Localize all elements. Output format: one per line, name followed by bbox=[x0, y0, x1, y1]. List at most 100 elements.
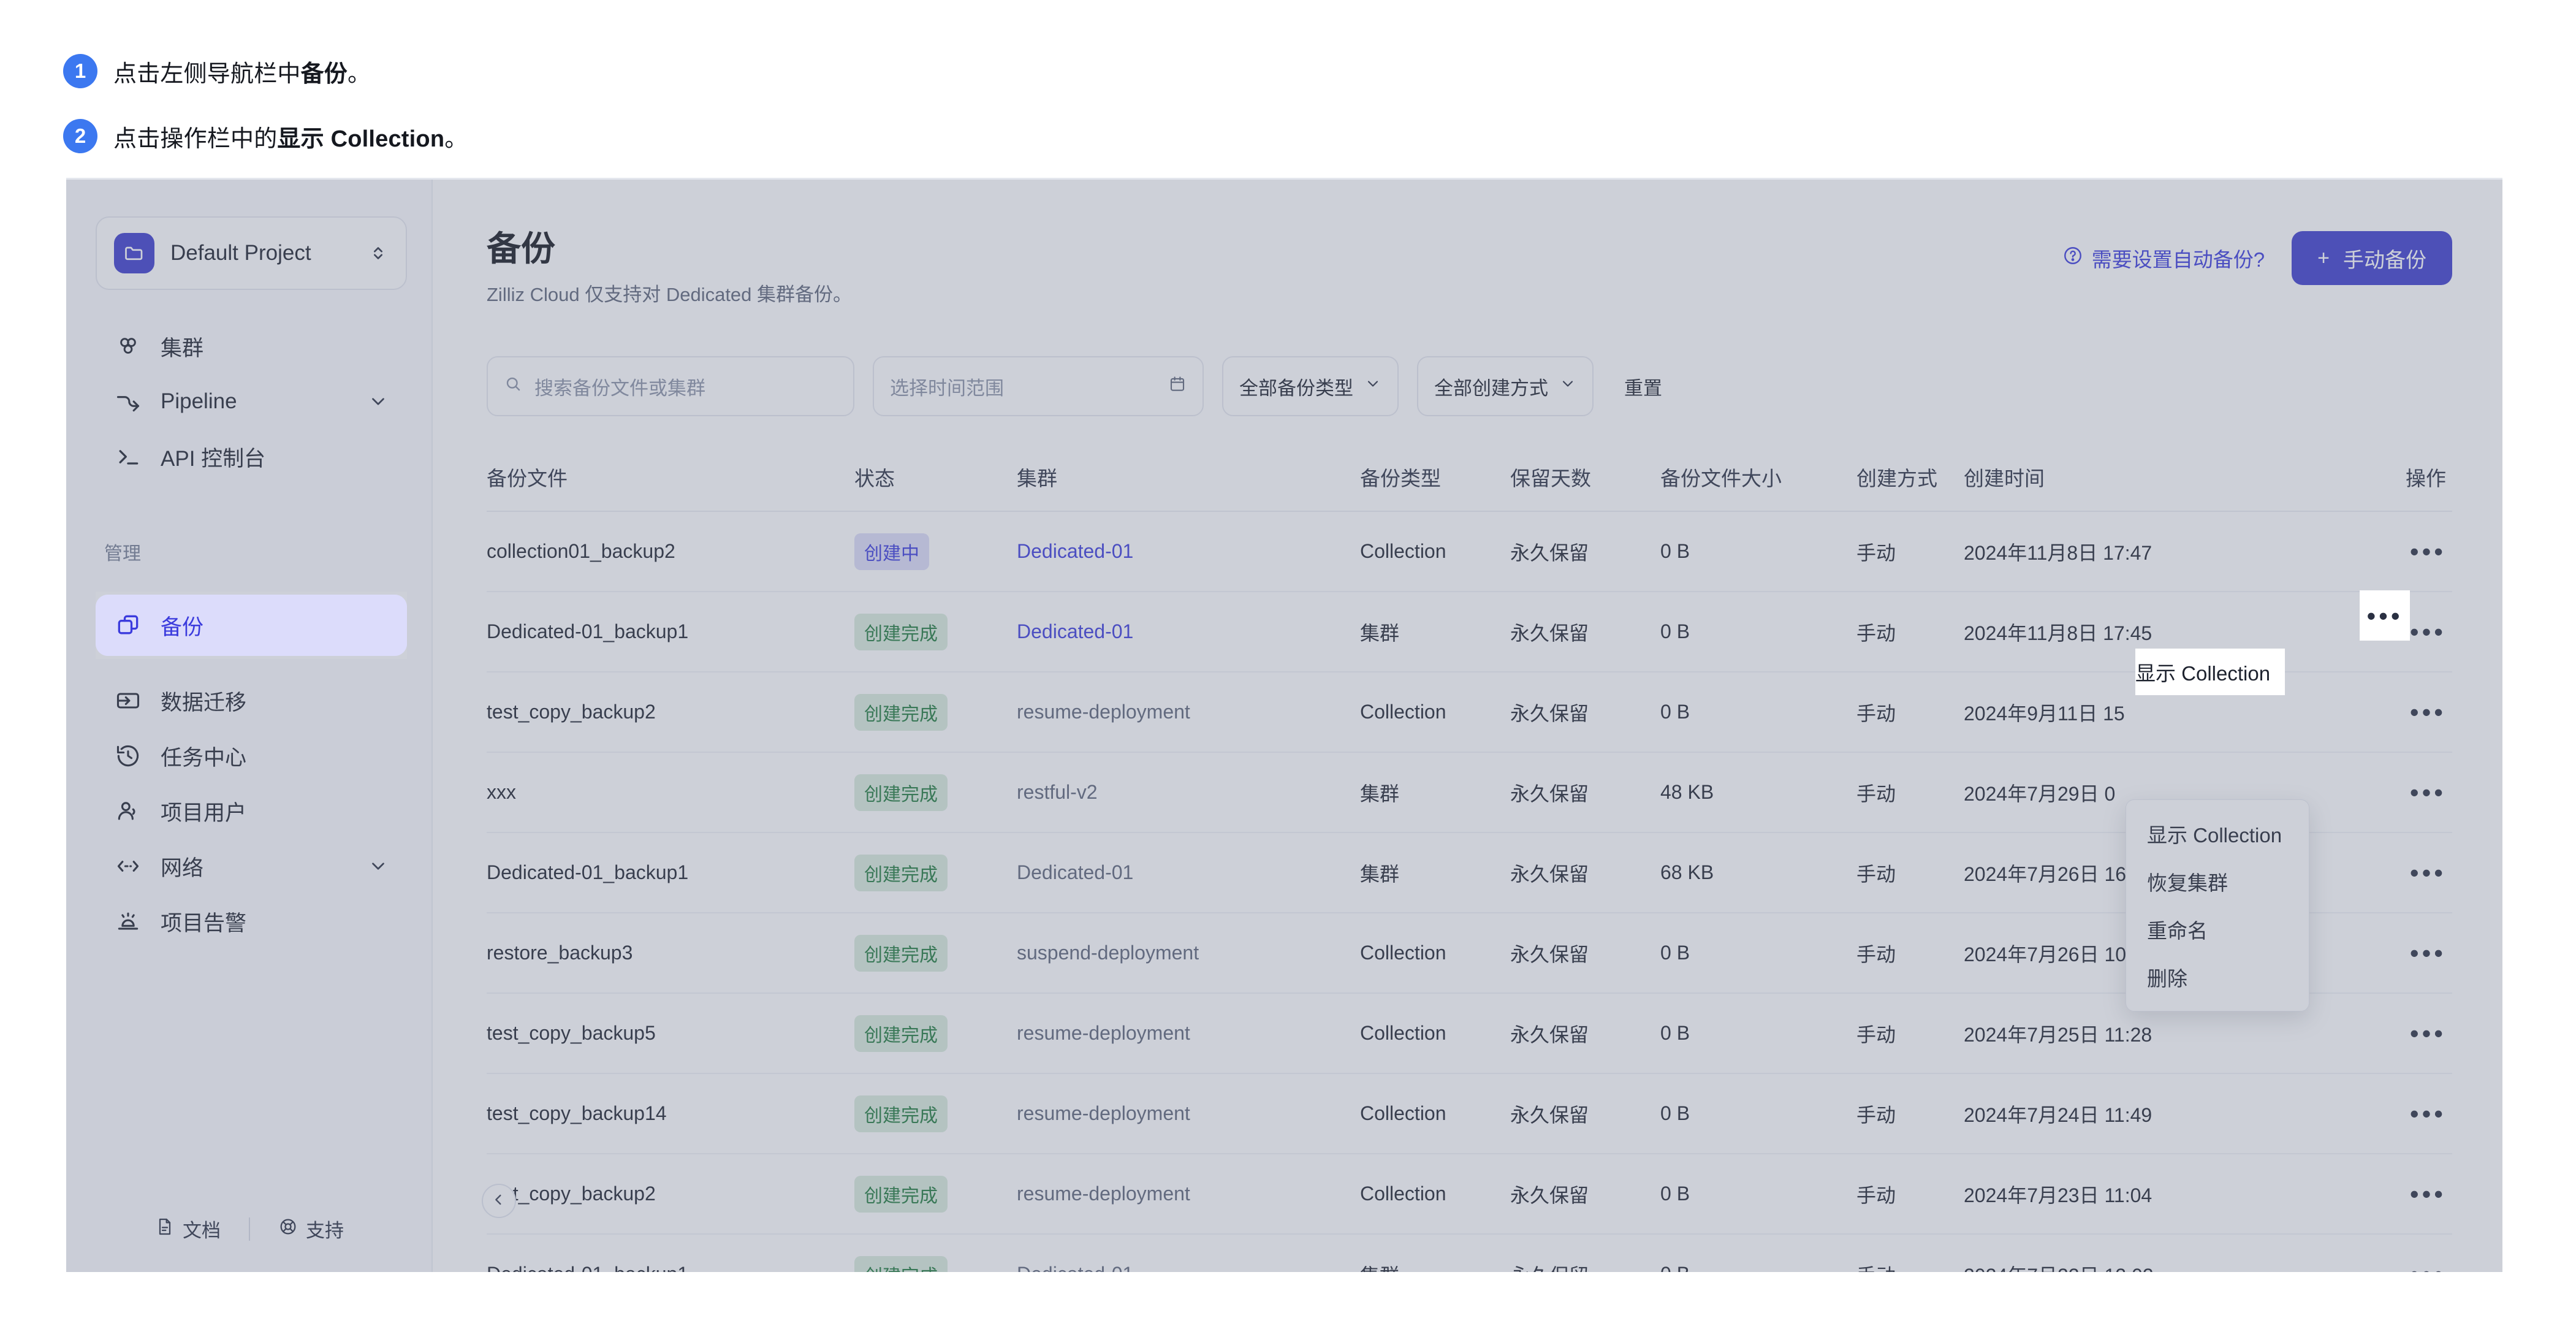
sidebar-item-backup-highlighted[interactable]: 备份 bbox=[96, 595, 407, 656]
row-actions-button[interactable]: ••• bbox=[2410, 619, 2446, 645]
cell-size: 0 B bbox=[1660, 620, 1690, 642]
create-mode-value: 全部创建方式 bbox=[1434, 377, 1548, 399]
column-header-keep: 保留天数 bbox=[1510, 467, 1591, 490]
cell-file: collection01_backup2 bbox=[487, 540, 675, 562]
cell-actions: ••• bbox=[2307, 1181, 2452, 1207]
menu-item-delete[interactable]: 删除 bbox=[2126, 953, 2309, 1001]
date-placeholder: 选择时间范围 bbox=[890, 377, 1004, 399]
migration-icon bbox=[114, 687, 142, 715]
step-number-badge: 2 bbox=[63, 119, 97, 153]
cell-keep: 永久保留 bbox=[1510, 541, 1589, 564]
table-row: collection01_backup2 创建中 Dedicated-01 Colle… bbox=[487, 512, 2452, 592]
cell-type: Collection bbox=[1360, 1022, 1446, 1044]
cell-type: Collection bbox=[1360, 540, 1446, 562]
sidebar-item-label: 备份 bbox=[161, 615, 204, 639]
row-actions-button[interactable]: ••• bbox=[2410, 860, 2446, 886]
reset-filters-button[interactable]: 重置 bbox=[1624, 373, 1662, 400]
cell-time: 2024年11月8日 17:47 bbox=[1964, 541, 2152, 564]
cell-file: Dedicated-01_backup1 bbox=[487, 620, 689, 642]
cell-mode: 手动 bbox=[1856, 782, 1896, 805]
step-text-bold: 备份 bbox=[300, 61, 348, 87]
reset-label: 重置 bbox=[1624, 377, 1662, 399]
cell-type: 集群 bbox=[1360, 863, 1400, 885]
docs-label: 文档 bbox=[183, 1220, 221, 1241]
cell-file: restore_backup3 bbox=[487, 942, 633, 964]
sidebar-item-clusters[interactable]: 集群 bbox=[96, 316, 407, 377]
row-actions-button-highlighted[interactable]: ••• bbox=[2360, 590, 2410, 641]
cell-status: 创建完成 bbox=[854, 934, 1017, 972]
cell-cluster: Dedicated-01 bbox=[1017, 1263, 1360, 1272]
support-link[interactable]: 支持 bbox=[278, 1215, 344, 1243]
backup-type-value: 全部备份类型 bbox=[1239, 377, 1353, 399]
cell-cluster: suspend-deployment bbox=[1017, 942, 1360, 964]
cell-mode: 手动 bbox=[1856, 702, 1896, 725]
cell-status: 创建完成 bbox=[854, 854, 1017, 891]
search-placeholder: 搜索备份文件或集群 bbox=[534, 377, 705, 399]
manual-backup-button[interactable]: + 手动备份 bbox=[2292, 231, 2452, 285]
row-actions-button[interactable]: ••• bbox=[2410, 780, 2446, 806]
cell-size: 0 B bbox=[1660, 1102, 1690, 1124]
header-actions: 需要设置自动备份? + 手动备份 bbox=[2062, 231, 2452, 285]
row-actions-button[interactable]: ••• bbox=[2410, 940, 2446, 966]
create-mode-select[interactable]: 全部创建方式 bbox=[1417, 356, 1594, 416]
cell-cluster-value: Dedicated-01 bbox=[1017, 540, 1134, 562]
row-actions-button[interactable]: ••• bbox=[2410, 699, 2446, 725]
sidebar-item-label: 数据迁移 bbox=[161, 690, 247, 715]
sidebar: Default Project 集群 Pipeline API 控制台 管理 数… bbox=[66, 180, 433, 1272]
cell-keep: 永久保留 bbox=[1510, 702, 1589, 725]
project-switcher[interactable]: Default Project bbox=[96, 216, 407, 290]
cell-time: 2024年11月8日 17:45 bbox=[1964, 622, 2152, 644]
sidebar-item-project-users[interactable]: 项目用户 bbox=[96, 780, 407, 842]
menu-item-show-collection-highlighted[interactable]: 显示 Collection bbox=[2135, 649, 2285, 695]
row-actions-button[interactable]: ••• bbox=[2410, 1021, 2446, 1046]
cell-size: 48 KB bbox=[1660, 781, 1714, 803]
sidebar-collapse-button[interactable] bbox=[482, 1184, 516, 1218]
menu-item-show-collection[interactable]: 显示 Collection bbox=[2126, 810, 2309, 858]
sidebar-item-network[interactable]: 网络 bbox=[96, 836, 407, 897]
cell-status-value: 创建完成 bbox=[854, 1095, 948, 1132]
chevron-down-icon bbox=[368, 391, 389, 412]
cell-mode: 手动 bbox=[1856, 1260, 1964, 1273]
chevron-left-icon bbox=[490, 1191, 507, 1211]
row-actions-button[interactable]: ••• bbox=[2410, 1262, 2446, 1273]
auto-backup-help-link[interactable]: 需要设置自动备份? bbox=[2062, 243, 2265, 273]
cell-keep: 永久保留 bbox=[1510, 863, 1589, 885]
sidebar-section-title: 管理 bbox=[104, 544, 141, 564]
sidebar-item-data-migration[interactable]: 数据迁移 bbox=[96, 670, 407, 731]
docs-link[interactable]: 文档 bbox=[155, 1215, 221, 1243]
footer-divider bbox=[249, 1217, 250, 1241]
row-actions-button[interactable]: ••• bbox=[2410, 1101, 2446, 1127]
step-text-post: 。 bbox=[348, 61, 371, 87]
menu-item-rename[interactable]: 重命名 bbox=[2126, 905, 2309, 953]
sidebar-item-api-console[interactable]: API 控制台 bbox=[96, 426, 407, 487]
question-circle-icon bbox=[2062, 245, 2083, 271]
cell-status: 创建完成 bbox=[854, 1175, 1017, 1213]
sidebar-item-pipeline[interactable]: Pipeline bbox=[96, 371, 407, 432]
cell-actions: ••• bbox=[2307, 780, 2452, 806]
cell-time: 2024年9月11日 15 bbox=[1964, 702, 2125, 725]
cell-mode: 手动 bbox=[1856, 1103, 1896, 1126]
row-actions-button[interactable]: ••• bbox=[2410, 1181, 2446, 1207]
instruction-step-2: 2 点击操作栏中的显示 Collection。 bbox=[63, 119, 468, 153]
menu-item-restore-cluster[interactable]: 恢复集群 bbox=[2126, 858, 2309, 905]
project-name: Default Project bbox=[170, 241, 311, 265]
cell-actions: ••• bbox=[2307, 1262, 2452, 1273]
cell-mode: 手动 bbox=[1856, 541, 1896, 564]
column-header-type: 备份类型 bbox=[1360, 467, 1441, 490]
backup-type-select[interactable]: 全部备份类型 bbox=[1222, 356, 1399, 416]
row-actions-button[interactable]: ••• bbox=[2410, 539, 2446, 565]
manual-backup-label: 手动备份 bbox=[2343, 248, 2426, 272]
cell-status-value: 创建完成 bbox=[854, 854, 948, 891]
sidebar-item-project-alerts[interactable]: 项目告警 bbox=[96, 891, 407, 952]
show-collection-label: 显示 Collection bbox=[2135, 662, 2271, 685]
sidebar-item-label: 网络 bbox=[161, 856, 204, 880]
cell-keep: 永久保留 bbox=[1510, 782, 1589, 805]
cell-cluster-value: resume-deployment bbox=[1017, 1102, 1190, 1124]
sidebar-item-task-center[interactable]: 任务中心 bbox=[96, 725, 407, 787]
cell-cluster: Dedicated-01 bbox=[1017, 861, 1360, 884]
table-row: Dedicated-01_backup1创建完成 Dedicated-01 集群永久… bbox=[487, 1235, 2452, 1272]
step-text: 点击左侧导航栏中备份。 bbox=[113, 55, 371, 88]
date-range-picker[interactable]: 选择时间范围 bbox=[873, 356, 1204, 416]
search-input[interactable]: 搜索备份文件或集群 bbox=[487, 356, 854, 416]
cell-cluster-value: Dedicated-01 bbox=[1017, 1263, 1133, 1272]
